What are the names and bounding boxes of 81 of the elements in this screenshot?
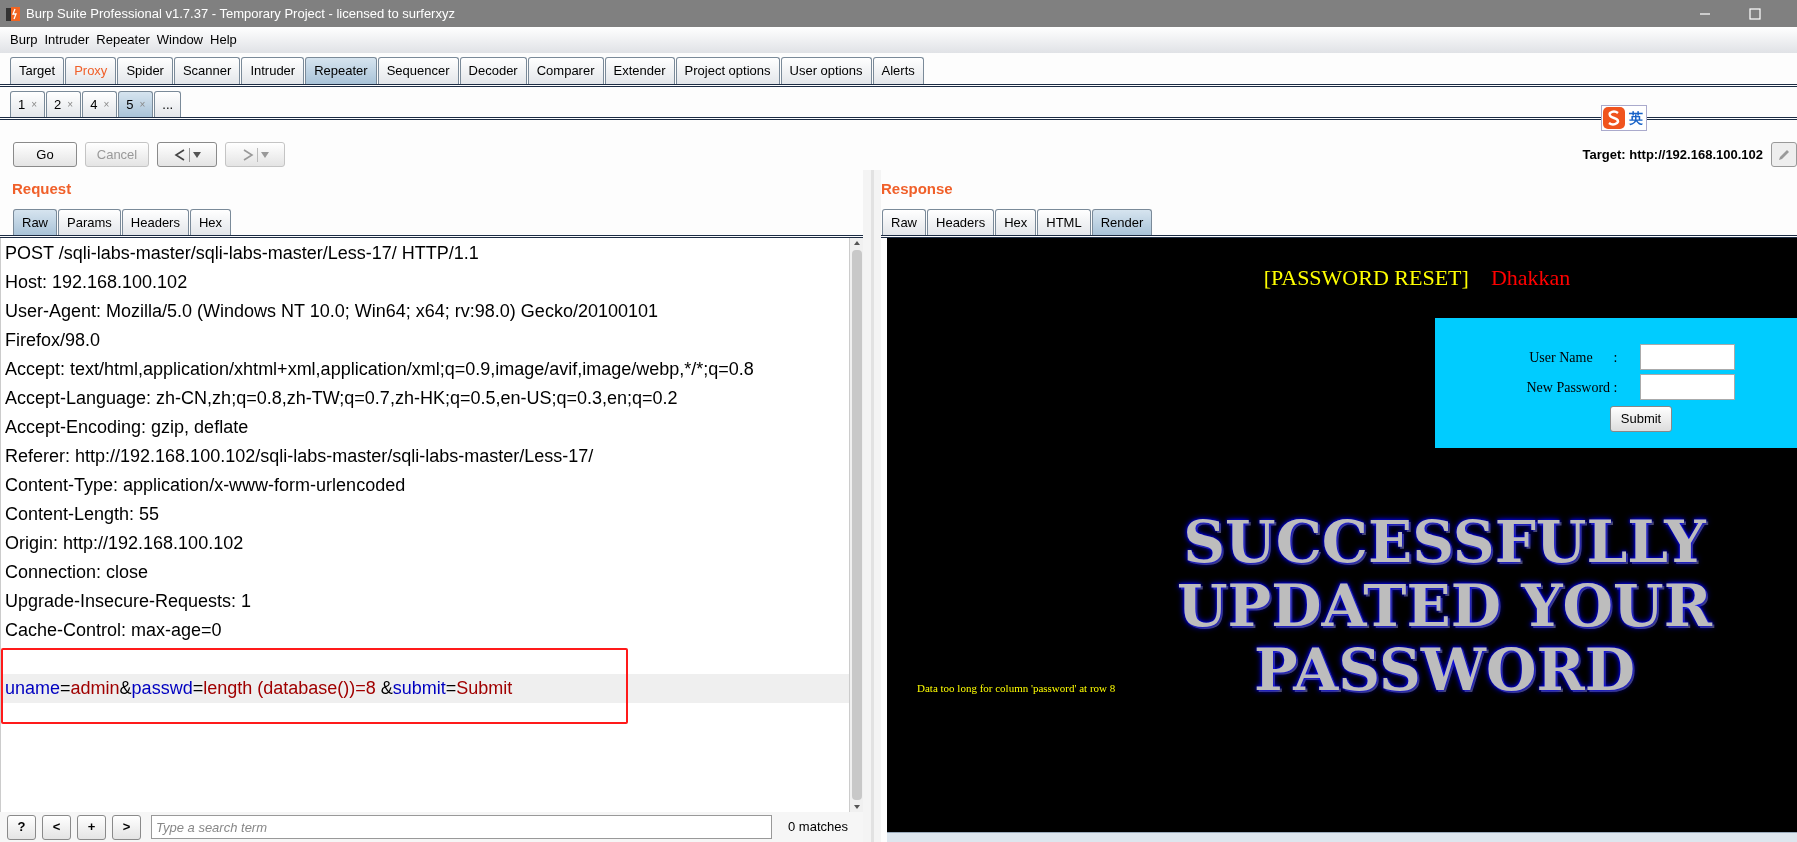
tab[interactable]: Hex	[189, 209, 232, 235]
target-label: Target: http://192.168.100.102	[1582, 145, 1763, 164]
tab[interactable]: Raw	[13, 209, 57, 235]
request-line: Host: 192.168.100.102	[4, 271, 188, 294]
field-label: New Password :	[1525, 378, 1618, 397]
back-button[interactable]	[157, 142, 217, 167]
request-line: Accept: text/html,application/xhtml+xml,application/xml;q=0.9,image/avif,image/webp,*/*;q=0.8	[4, 358, 754, 381]
search-nav-button[interactable]: ?	[7, 814, 36, 840]
request-line: Content-Length: 55	[4, 503, 160, 526]
tab[interactable]: Headers	[121, 209, 189, 235]
tab[interactable]: 2 ×	[46, 91, 82, 117]
page-heading: [PASSWORD RESET]	[1263, 264, 1469, 292]
request-line: Cache-Control: max-age=0	[4, 619, 222, 642]
tab[interactable]: User options	[780, 57, 872, 84]
tab[interactable]: 4 ×	[82, 91, 118, 117]
dropdown-caret-icon	[260, 151, 269, 158]
ime-language: 英	[1628, 108, 1644, 128]
tab[interactable]: Hex	[995, 209, 1037, 235]
maximize-icon[interactable]	[1749, 7, 1761, 20]
app-logo-icon	[6, 5, 20, 22]
tab[interactable]: ...	[154, 91, 182, 117]
menu-item[interactable]: Intruder	[44, 30, 90, 50]
request-line: Content-Type: application/x-www-form-urlencoded	[4, 474, 406, 497]
edit-target-button[interactable]	[1771, 142, 1797, 167]
menu-item[interactable]: Window	[156, 30, 203, 50]
search-nav-button[interactable]: >	[112, 814, 141, 840]
input-field[interactable]	[1639, 344, 1735, 370]
tab[interactable]: Comparer	[527, 57, 604, 84]
tab[interactable]: Repeater	[305, 57, 377, 84]
request-line: Upgrade-Insecure-Requests: 1	[4, 590, 252, 613]
tab[interactable]: Intruder	[241, 57, 305, 84]
horizontal-scrollbar[interactable]	[887, 832, 1797, 842]
menu-item[interactable]: Help	[210, 30, 237, 50]
request-body-line: uname=admin&passwd=length (database())=8 &submit=Submit	[5, 677, 513, 700]
request-line: POST /sqli-labs-master/sqli-labs-master/Less-17/ HTTP/1.1	[4, 242, 479, 265]
tab[interactable]: Alerts	[872, 57, 924, 84]
input-field[interactable]	[1639, 374, 1735, 400]
tab[interactable]: Params	[58, 209, 121, 235]
menu-item[interactable]: Repeater	[96, 30, 150, 50]
search-nav-button[interactable]: +	[77, 814, 106, 840]
tab[interactable]: Headers	[927, 209, 995, 235]
tab[interactable]: Project options	[675, 57, 780, 84]
tab[interactable]: Scanner	[173, 57, 241, 84]
request-line: Referer: http://192.168.100.102/sqli-labs-master/sqli-labs-master/Less-17/	[4, 445, 594, 468]
tab[interactable]: Spider	[117, 57, 173, 84]
author-name: Dhakkan	[1490, 264, 1571, 292]
tab[interactable]: Render	[1091, 209, 1153, 235]
scrollbar-thumb[interactable]	[851, 250, 862, 800]
request-line: Firefox/98.0	[4, 329, 101, 352]
request-line: Accept-Language: zh-CN,zh;q=0.8,zh-TW;q=0.7,zh-HK;q=0.5,en-US;q=0.3,en;q=0.2	[4, 387, 678, 410]
tab[interactable]: Target	[10, 57, 65, 84]
request-line: Connection: close	[4, 561, 149, 584]
search-field[interactable]: Type a search term	[151, 815, 772, 839]
banner-text: SUCCESSFULLY UPDATED YOUR PASSWORD	[1177, 510, 1712, 702]
tab[interactable]: 1 ×	[10, 91, 46, 117]
tab[interactable]: Raw	[882, 209, 926, 235]
request-line: Accept-Encoding: gzip, deflate	[4, 416, 249, 439]
tab[interactable]: Extender	[604, 57, 675, 84]
ime-indicator[interactable]: 英	[1601, 105, 1647, 131]
error-message: Data too long for column 'password' at row 8	[917, 680, 1117, 696]
tab[interactable]: Sequencer	[377, 57, 459, 84]
left-chevron-icon	[173, 147, 186, 162]
tab[interactable]: 5 ×	[118, 91, 154, 117]
menu-item[interactable]: Burp	[10, 30, 38, 50]
tab[interactable]: Decoder	[459, 57, 527, 84]
request-line: User-Agent: Mozilla/5.0 (Windows NT 10.0; Win64; x64; rv:98.0) Gecko/20100101	[4, 300, 658, 323]
request-line: Origin: http://192.168.100.102	[4, 532, 244, 555]
field-label: User Name :	[1528, 348, 1618, 367]
window-title: Burp Suite Professional v1.7.37 - Temporary Project - licensed to surferxyz	[26, 4, 455, 23]
match-count: 0 matches	[787, 818, 848, 837]
tab[interactable]: HTML	[1037, 209, 1091, 235]
submit-button[interactable]: Submit	[1609, 406, 1673, 432]
ime-logo-icon	[1602, 106, 1626, 130]
search-nav-button[interactable]: <	[42, 814, 71, 840]
dropdown-caret-icon	[192, 151, 201, 158]
scrollbar[interactable]	[849, 238, 863, 812]
pencil-icon	[1777, 147, 1791, 162]
request-title: Request	[12, 179, 73, 198]
go-button[interactable]: Go	[13, 142, 77, 167]
right-chevron-icon	[241, 147, 254, 162]
response-title: Response	[881, 179, 954, 198]
